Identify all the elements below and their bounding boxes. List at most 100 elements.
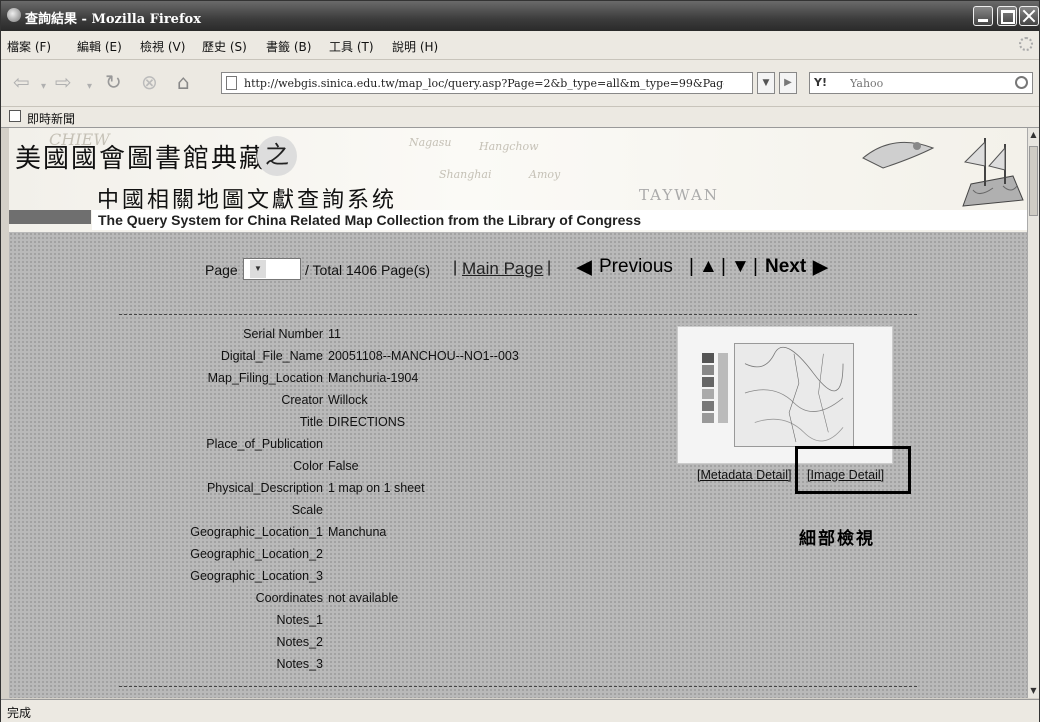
title-bar: 查詢結果 - Mozilla Firefox [1, 1, 1039, 31]
menu-edit[interactable]: 編輯 (E) [77, 38, 122, 55]
highlight-box [795, 446, 911, 494]
search-bar[interactable]: Y! [809, 72, 1033, 94]
status-bar: 完成 [1, 699, 1039, 722]
firefox-window: 查詢結果 - Mozilla Firefox 檔案 (F) 編輯 (E) 檢視 … [0, 0, 1040, 722]
record-label: Coordinates [255, 591, 323, 605]
rss-icon [9, 110, 21, 122]
banner-subbar [9, 210, 91, 224]
forward-dropdown-icon[interactable]: ▾ [87, 77, 92, 97]
page-label: Page [205, 262, 238, 278]
firefox-icon [7, 8, 21, 22]
next-link[interactable]: Next [765, 256, 806, 278]
nav-sep: | [753, 256, 758, 277]
next-arrow-icon[interactable]: ▶ [813, 256, 828, 279]
record-value: 1 map on 1 sheet [328, 481, 425, 495]
page-icon [226, 76, 237, 90]
metadata-detail-link[interactable]: [Metadata Detail] [697, 468, 792, 482]
forward-icon[interactable]: ⇨ [55, 72, 72, 92]
metadata-detail-link-text[interactable]: [Metadata Detail] [697, 468, 792, 482]
url-history-dropdown[interactable]: ▼ [757, 72, 775, 94]
record-label: Geographic_Location_2 [190, 547, 323, 561]
close-button[interactable] [1019, 6, 1039, 26]
page-select[interactable]: 2 ▼ [243, 258, 301, 280]
site-banner: CHIEW Nagasu Hangchow Shanghai Amoy 美國國會… [9, 128, 1027, 232]
menu-tools[interactable]: 工具 (T) [329, 38, 374, 55]
main-page-sep: | [453, 259, 458, 276]
maximize-button[interactable] [997, 6, 1017, 26]
record-label: Geographic_Location_1 [190, 525, 323, 539]
down-arrow-icon[interactable]: ▼ [731, 256, 750, 278]
search-icon[interactable] [1015, 76, 1028, 89]
record-value: Manchuna [328, 525, 387, 539]
previous-link[interactable]: Previous [599, 256, 673, 278]
banner-ghost-text: Shanghai [439, 168, 492, 181]
divider [119, 686, 917, 687]
menu-file[interactable]: 檔案 (F) [7, 38, 51, 55]
banner-taywan: TAYWAN [639, 186, 719, 204]
color-chart-image [702, 353, 728, 423]
throbber-icon [1019, 37, 1033, 51]
menu-history[interactable]: 歷史 (S) [202, 38, 247, 55]
bookmark-news[interactable]: 即時新聞 [27, 110, 75, 127]
record-label: Place_of_Publication [206, 437, 323, 451]
stop-icon[interactable]: ⊗ [141, 72, 158, 92]
record-value: False [328, 459, 359, 473]
record-label: Color [293, 459, 323, 473]
window-title: 查詢結果 - Mozilla Firefox [25, 12, 201, 27]
map-image [734, 343, 854, 447]
page-content: CHIEW Nagasu Hangchow Shanghai Amoy 美國國會… [9, 128, 1027, 698]
map-thumbnail[interactable] [677, 326, 893, 464]
reload-icon[interactable]: ↻ [105, 72, 122, 92]
record-label: Geographic_Location_3 [190, 569, 323, 583]
record-label: Title [299, 415, 323, 429]
banner-title-en: The Query System for China Related Map C… [92, 210, 1027, 230]
record-value: Willock [328, 393, 368, 407]
menu-view[interactable]: 檢視 (V) [140, 38, 185, 55]
menu-help[interactable]: 說明 (H) [392, 38, 438, 55]
record-value: 11 [328, 327, 341, 341]
record-label: Notes_1 [276, 613, 323, 627]
page-total: / Total 1406 Page(s) [305, 262, 431, 278]
up-arrow-icon[interactable]: ▲ [699, 256, 718, 278]
menu-bookmarks[interactable]: 書籤 (B) [266, 38, 311, 55]
go-button[interactable]: ▶ [779, 72, 797, 94]
record-label: Notes_3 [276, 657, 323, 671]
back-dropdown-icon[interactable]: ▾ [41, 77, 46, 97]
vertical-scrollbar[interactable]: ▲ ▼ [1027, 128, 1039, 698]
url-bar[interactable] [221, 72, 753, 94]
search-input[interactable] [850, 74, 1010, 92]
nav-sep: | [689, 256, 694, 277]
divider [119, 314, 917, 315]
search-engine-icon[interactable]: Y! [814, 76, 827, 89]
banner-ghost-text: Nagasu [409, 136, 452, 149]
banner-title-en-text: The Query System for China Related Map C… [98, 212, 641, 228]
record-value: DIRECTIONS [328, 415, 406, 429]
back-icon[interactable]: ⇦ [13, 72, 30, 92]
home-icon[interactable]: ⌂ [177, 72, 190, 92]
previous-arrow-icon[interactable]: ◀ [577, 256, 592, 279]
menu-bar: 檔案 (F) 編輯 (E) 檢視 (V) 歷史 (S) 書籤 (B) 工具 (T… [1, 31, 1039, 60]
main-page-sep: | [547, 259, 552, 276]
nav-toolbar: ⇦ ▾ ⇨ ▾ ↻ ⊗ ⌂ ▼ ▶ Y! [1, 60, 1039, 107]
banner-ghost-text: Hangchow [479, 140, 539, 153]
record-label: Digital_File_Name [220, 349, 323, 363]
banner-zhi: 之 [257, 136, 297, 176]
record-value: not available [328, 591, 399, 605]
record-label: Serial Number [243, 327, 323, 341]
minimize-button[interactable] [973, 6, 993, 26]
scroll-down-icon[interactable]: ▼ [1028, 684, 1039, 698]
record-label: Scale [291, 503, 323, 517]
url-input[interactable] [244, 74, 724, 92]
record-value: Manchuria-1904 [328, 371, 419, 385]
nav-sep: | [721, 256, 726, 277]
banner-ghost-text: Amoy [529, 168, 561, 181]
main-page-link[interactable]: Main Page [462, 259, 543, 279]
chevron-down-icon[interactable]: ▼ [250, 260, 266, 278]
record-label: Creator [281, 393, 323, 407]
record-label: Notes_2 [276, 635, 323, 649]
scroll-thumb[interactable] [1029, 146, 1038, 216]
record-label: Map_Filing_Location [207, 371, 323, 385]
status-text: 完成 [7, 706, 32, 720]
annotation-note: 細部檢視 [799, 529, 875, 549]
scroll-up-icon[interactable]: ▲ [1028, 128, 1039, 142]
